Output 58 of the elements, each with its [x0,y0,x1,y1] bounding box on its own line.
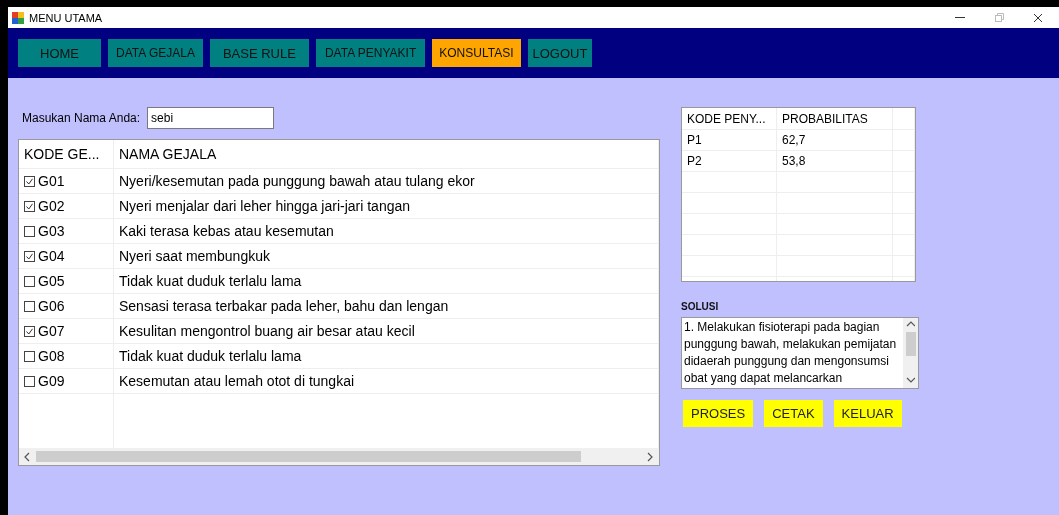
column-header[interactable]: KODE PENY... [687,111,766,126]
symptom-name: Kesemutan atau lemah otot di tungkai [119,373,355,389]
menu-tab[interactable]: DATA PENYAKIT [315,39,426,67]
minimize-icon[interactable] [955,16,965,19]
menu-tab[interactable]: BASE RULE [209,39,309,67]
symptom-name: Tidak kuat duduk terlalu lama [119,273,302,289]
vertical-scrollbar[interactable] [903,318,918,388]
symptom-code: G08 [38,348,65,364]
symptom-code: G01 [38,173,65,189]
action-button[interactable]: KELUAR [833,400,902,427]
symptom-name: Nyeri/kesemutan pada punggung bawah atau tulang ekor [119,173,475,189]
column-header[interactable]: PROBABILITAS [782,111,868,126]
close-icon[interactable] [1033,12,1043,23]
checkbox[interactable] [24,325,35,337]
menu-tab[interactable]: DATA GEJALA [108,39,203,67]
checkbox[interactable] [24,275,35,287]
action-button[interactable]: CETAK [764,400,823,427]
probability-value: 62,7 [782,133,806,147]
column-header[interactable]: NAMA GEJALA [119,146,217,162]
disease-code: P1 [687,133,702,147]
horizontal-scrollbar[interactable] [19,448,659,465]
symptom-name: Kaki terasa kebas atau kesemutan [119,223,334,239]
checkbox[interactable] [24,225,35,237]
checkbox[interactable] [24,300,35,312]
app-icon [12,11,24,24]
checkbox[interactable] [24,175,35,187]
column-header[interactable]: KODE GE... [24,146,100,162]
symptom-code: G02 [38,198,65,214]
checkbox[interactable] [24,200,35,212]
scrollbar-thumb[interactable] [905,332,916,356]
symptom-name: Kesulitan mengontrol buang air besar atau kecil [119,323,415,339]
scrollbar-thumb[interactable] [36,451,581,462]
symptom-code: G07 [38,323,65,339]
name-field[interactable]: sebi [147,107,275,129]
menu-tab[interactable]: LOGOUT [527,39,593,67]
solution-textbox[interactable]: 1. Melakukan fisioterapi pada bagian punggung bawah, melakukan pemijatan didaerah punggung dan mengonsumsi obat yang dapat melancarkan [681,317,919,389]
scroll-left-icon[interactable] [23,451,32,462]
name-label: Masukan Nama Anda: [22,111,141,125]
menu-tab[interactable]: KONSULTASI [432,39,521,67]
symptom-code: G06 [38,298,65,314]
scroll-right-icon[interactable] [646,451,655,462]
symptom-name: Nyeri menjalar dari leher hingga jari-jari tangan [119,198,411,214]
symptom-name: Sensasi terasa terbakar pada leher, bahu dan lengan [119,298,449,314]
solution-label: SOLUSI [681,301,720,312]
window-title: MENU UTAMA [29,11,104,24]
symptom-code: G04 [38,248,65,264]
checkbox[interactable] [24,375,35,387]
symptom-code: G09 [38,373,65,389]
menu-tab[interactable]: HOME [18,39,101,67]
checkbox[interactable] [24,350,35,362]
checkbox[interactable] [24,250,35,262]
symptom-code: G03 [38,223,65,239]
action-button[interactable]: PROSES [683,400,754,427]
symptom-code: G05 [38,273,65,289]
disease-code: P2 [687,154,702,168]
symptom-name: Tidak kuat duduk terlalu lama [119,348,302,364]
probability-value: 53,8 [782,154,806,168]
symptom-name: Nyeri saat membungkuk [119,248,270,264]
